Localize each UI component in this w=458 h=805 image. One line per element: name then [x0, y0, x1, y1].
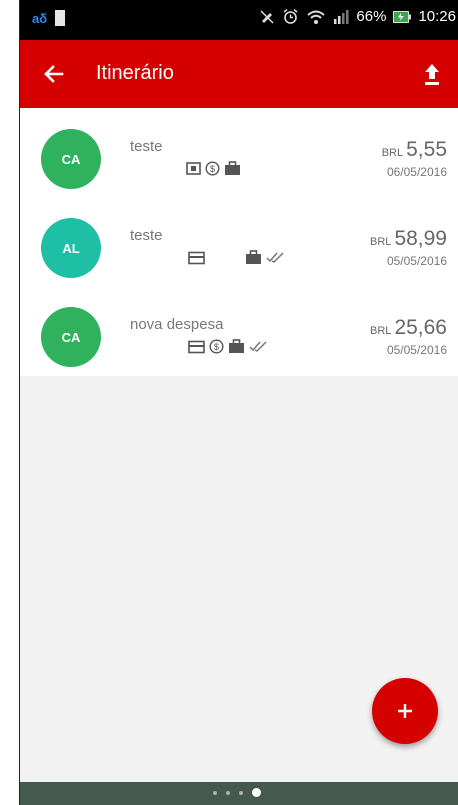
briefcase-icon — [246, 250, 261, 264]
add-expense-button[interactable] — [372, 678, 438, 744]
upload-icon[interactable] — [416, 58, 448, 90]
money-icon: $ — [205, 161, 220, 176]
expense-item[interactable]: AL teste BRL 58,99 05/05/2016 — [20, 197, 458, 286]
alarm-icon — [283, 8, 298, 24]
expense-icons: $ — [186, 161, 241, 176]
avatar: CA — [41, 307, 101, 367]
briefcase-icon — [225, 161, 240, 175]
amount-value: 58,99 — [394, 227, 447, 250]
notification-icon: aδ — [32, 10, 48, 26]
mute-icon — [260, 9, 274, 24]
expense-amount: BRL 58,99 — [370, 227, 447, 251]
app-bar: Itinerário — [20, 40, 458, 108]
expense-icons — [188, 250, 285, 265]
credit-card-icon — [188, 340, 205, 353]
expense-amount: BRL 5,55 — [382, 138, 447, 162]
expense-item[interactable]: CA teste $ BRL 5,55 06/05/2016 — [20, 108, 458, 197]
expense-date: 06/05/2016 — [386, 165, 447, 179]
expense-date: 05/05/2016 — [386, 254, 447, 268]
double-check-icon — [266, 252, 284, 263]
avatar: CA — [41, 129, 101, 189]
page-indicator — [213, 788, 261, 797]
wifi-icon — [307, 10, 326, 24]
expense-name: nova despesa — [130, 316, 224, 333]
double-check-icon — [249, 341, 267, 352]
signal-icon — [334, 9, 349, 24]
sim-icon — [55, 10, 66, 26]
receipt-icon — [186, 162, 201, 175]
currency-code: BRL — [370, 325, 392, 337]
clock: 10:26 — [418, 8, 456, 25]
page-dot[interactable] — [226, 790, 230, 795]
svg-text:$: $ — [210, 164, 215, 174]
page-dot[interactable] — [239, 790, 243, 795]
expense-amount: BRL 25,66 — [370, 316, 447, 340]
svg-text:$: $ — [214, 342, 219, 352]
bottom-bar — [20, 782, 458, 805]
currency-code: BRL — [370, 236, 392, 248]
expense-date: 05/05/2016 — [386, 343, 447, 357]
money-icon: $ — [209, 339, 224, 354]
status-bar: aδ 66% 10:26 — [20, 0, 458, 40]
page-title: Itinerário — [96, 62, 174, 84]
amount-value: 5,55 — [406, 138, 447, 161]
battery-icon — [393, 10, 412, 23]
briefcase-icon — [229, 339, 244, 353]
page-dot-active[interactable] — [252, 788, 261, 797]
plus-icon — [398, 704, 412, 718]
expense-list: CA teste $ BRL 5,55 06/05/2016 AL teste … — [20, 108, 458, 376]
phone-screen: aδ 66% 10:26 Itinerário CA teste $ BRL 5… — [20, 0, 458, 805]
currency-code: BRL — [381, 147, 404, 159]
battery-percent: 66% — [356, 8, 387, 25]
expense-item[interactable]: CA nova despesa $ BRL 25,66 05/05/2016 — [20, 286, 458, 375]
page-dot[interactable] — [213, 790, 217, 795]
back-arrow-icon[interactable] — [38, 59, 68, 89]
expense-name: teste — [130, 138, 163, 155]
amount-value: 25,66 — [394, 316, 447, 339]
expense-icons: $ — [188, 339, 268, 354]
credit-card-icon — [188, 251, 205, 264]
expense-name: teste — [130, 227, 163, 244]
avatar: AL — [41, 218, 101, 278]
